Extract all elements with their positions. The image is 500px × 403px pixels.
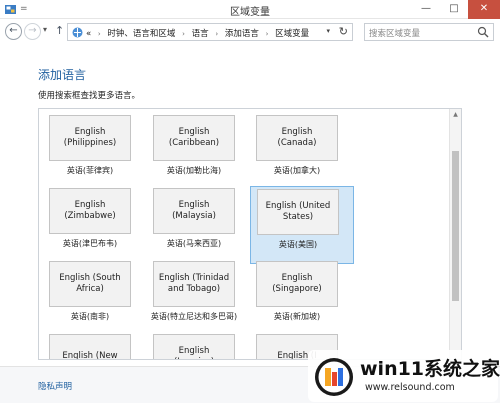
breadcrumb-separator[interactable]: › <box>266 30 269 38</box>
breadcrumb-separator[interactable]: › <box>215 30 218 38</box>
scroll-thumb[interactable] <box>452 151 459 301</box>
language-tile-name: English (Malaysia) <box>153 188 235 234</box>
language-tile[interactable]: English (Malaysia) 英语(马来西亚) <box>147 186 251 264</box>
language-tile-label: 英语(菲律宾) <box>66 166 114 175</box>
breadcrumb: « › 时钟、语言和区域 › 语言 › 添加语言 › 区域变量 <box>86 27 309 39</box>
language-tile-label: 英语(特立尼达和多巴哥) <box>150 312 238 321</box>
language-tile[interactable]: English (Zimbabwe) 英语(津巴布韦) <box>43 186 147 264</box>
maximize-button[interactable]: □ <box>440 0 468 19</box>
recent-locations-icon[interactable]: ▾ <box>43 25 47 34</box>
language-list[interactable]: English (Philippines) 英语(菲律宾) English (Carib… <box>38 108 462 360</box>
breadcrumb-overflow[interactable]: « <box>86 29 91 39</box>
language-tile-name: English (Zimbabwe) <box>49 188 131 234</box>
address-bar[interactable]: « › 时钟、语言和区域 › 语言 › 添加语言 › 区域变量 ▾ ↻ <box>67 23 353 41</box>
language-tile[interactable]: English (Canada) 英语(加拿大) <box>250 113 354 191</box>
language-tile-label: 英语(加拿大) <box>273 166 321 175</box>
privacy-link[interactable]: 隐私声明 <box>38 380 72 392</box>
language-tile[interactable]: English (Philippines) 英语(菲律宾) <box>43 113 147 191</box>
breadcrumb-item-language[interactable]: 语言 <box>192 29 209 39</box>
language-tile[interactable]: English (New <box>43 332 147 359</box>
language-tile-label: 英语(美国) <box>278 240 318 249</box>
language-tile-name: English (Singapore) <box>256 261 338 307</box>
language-tile-name: English (New <box>49 334 131 359</box>
watermark-url: www.relsound.com <box>365 382 455 393</box>
search-icon[interactable] <box>477 26 489 38</box>
language-tile-label: 英语(加勒比海) <box>166 166 222 175</box>
language-tile-name: English (Jamaica) <box>153 334 235 359</box>
control-panel-small-icon <box>72 27 83 38</box>
language-tile[interactable]: English (Caribbean) 英语(加勒比海) <box>147 113 251 191</box>
title-bar[interactable]: = 区域变量 — □ ✕ <box>0 0 500 19</box>
breadcrumb-item-clock-language-region[interactable]: 时钟、语言和区域 <box>107 29 175 39</box>
language-tile[interactable]: English (Trinidad and Tobago) 英语(特立尼达和多巴哥) <box>147 259 251 337</box>
language-tile[interactable]: English (Jamaica) <box>147 332 251 359</box>
page-title: 添加语言 <box>38 68 87 82</box>
minimize-button[interactable]: — <box>412 0 440 19</box>
watermark-title: win11系统之家 <box>360 358 500 380</box>
language-tile-name: English (United States) <box>257 189 339 235</box>
language-tile[interactable]: English (United States) 英语(美国) <box>250 186 354 264</box>
vertical-scrollbar[interactable]: ▲ <box>449 109 461 359</box>
back-button[interactable]: ← <box>5 23 22 40</box>
language-tile-name: English (Caribbean) <box>153 115 235 161</box>
refresh-button[interactable]: ↻ <box>339 25 348 38</box>
breadcrumb-item-regional-variants[interactable]: 区域变量 <box>275 29 309 39</box>
navigation-bar: ← → ▾ ↑ « › 时钟、语言和区域 › 语言 › 添加语言 › 区域变量 … <box>0 20 500 44</box>
language-tile-label: 英语(南非) <box>70 312 110 321</box>
language-tile-label: 英语(津巴布韦) <box>62 239 118 248</box>
page-description: 使用搜索框查找更多语言。 <box>38 91 141 101</box>
language-tile-label: 英语(新加坡) <box>273 312 321 321</box>
watermark: win11系统之家 www.relsound.com <box>308 350 500 402</box>
language-tile-label: 英语(马来西亚) <box>166 239 222 248</box>
language-tile-name: English (South Africa) <box>49 261 131 307</box>
search-box[interactable]: 搜索区域变量 <box>364 23 494 41</box>
forward-button[interactable]: → <box>24 23 41 40</box>
search-placeholder: 搜索区域变量 <box>369 29 421 39</box>
up-button[interactable]: ↑ <box>55 24 64 37</box>
language-tile[interactable]: English (South Africa) 英语(南非) <box>43 259 147 337</box>
breadcrumb-separator[interactable]: › <box>98 30 101 38</box>
language-tile-name: English (Philippines) <box>49 115 131 161</box>
address-dropdown-icon[interactable]: ▾ <box>326 27 330 35</box>
scroll-up-icon[interactable]: ▲ <box>450 109 461 120</box>
language-tile-name: English (Canada) <box>256 115 338 161</box>
control-panel-window: = 区域变量 — □ ✕ ← → ▾ ↑ « › 时钟、语言和区域 › 语言 ›… <box>0 0 500 403</box>
breadcrumb-item-add-language[interactable]: 添加语言 <box>225 29 259 39</box>
breadcrumb-separator[interactable]: › <box>182 30 185 38</box>
language-tile-name: English (Trinidad and Tobago) <box>153 261 235 307</box>
watermark-logo-icon <box>315 358 353 396</box>
language-tile[interactable]: English (Singapore) 英语(新加坡) <box>250 259 354 337</box>
close-button[interactable]: ✕ <box>468 0 500 19</box>
